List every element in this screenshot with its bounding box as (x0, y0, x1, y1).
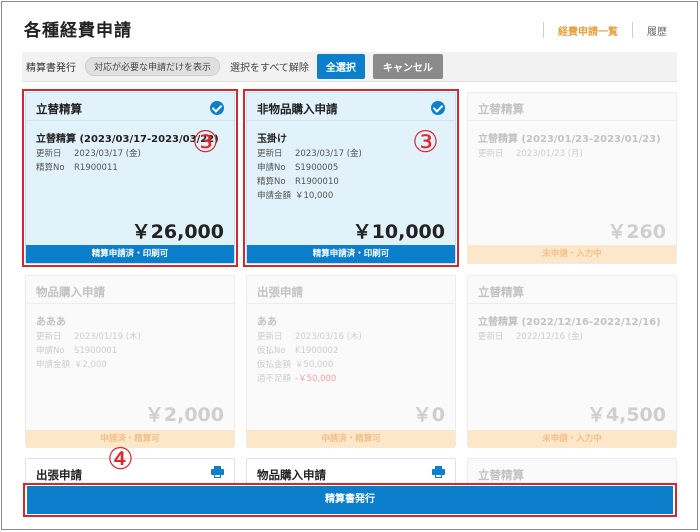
callout-number: ③ (192, 125, 219, 160)
card-title: 出張申請 (257, 285, 303, 299)
card-header: 非物品購入申請 (247, 93, 455, 121)
expense-card[interactable]: 物品購入申請 (246, 458, 456, 488)
card-title: 立替精算 (478, 285, 524, 299)
detail-value: K1900002 (295, 346, 339, 356)
callout-number: ④ (107, 442, 134, 477)
detail-key: 申請金額 (36, 360, 71, 370)
callout-number: ③ (412, 125, 439, 160)
printer-icon[interactable] (432, 466, 445, 478)
expense-card[interactable]: 立替精算 立替精算 (2023/03/17-2023/03/22) 更新日 202… (25, 92, 235, 264)
card-amount: ￥2,000 (144, 404, 224, 426)
detail-key: 申請No (257, 163, 286, 173)
card-title: 物品購入申請 (36, 285, 105, 299)
nav-divider (632, 22, 633, 38)
card-title: 非物品購入申請 (257, 102, 338, 116)
card-details: 更新日 2023/03/17 (金) 精算No R1900011 (36, 147, 141, 175)
app-window: 各種経費申請 経費申請一覧 履歴 精算書発行 対応が必要な申請だけを表示 選択を… (1, 1, 698, 530)
detail-value: ￥10,000 (295, 191, 334, 201)
cancel-button[interactable]: キャンセル (372, 54, 443, 79)
detail-key: 精算No (257, 177, 286, 187)
detail-value: S1900001 (74, 346, 118, 356)
nav-expense-list[interactable]: 経費申請一覧 (558, 23, 618, 38)
expense-card[interactable]: 非物品購入申請 玉掛け 更新日 2023/03/17 (金) 申請No S19000… (246, 92, 456, 264)
nav-history[interactable]: 履歴 (647, 23, 667, 38)
checkmark-icon[interactable] (210, 101, 224, 115)
selection-toolbar: 精算書発行 対応が必要な申請だけを表示 選択をすべて解除 全選択 キャンセル (22, 52, 677, 82)
detail-value: S1900005 (295, 163, 339, 173)
card-header: 物品購入申請 (26, 276, 234, 304)
clear-selection-link[interactable]: 選択をすべて解除 (230, 59, 309, 74)
card-details: 更新日 2023/01/19 (木) 申請No S1900001 申請金額 ￥2,00… (36, 330, 141, 372)
printer-icon[interactable] (211, 466, 224, 478)
detail-value: ￥2,000 (74, 360, 107, 370)
card-header: 立替精算 (26, 93, 234, 121)
expense-card[interactable]: 出張申請 ああ 更新日 2023/03/16 (木) 仮払No K1900002 仮… (246, 275, 456, 448)
card-title: 立替精算 (36, 102, 82, 116)
card-subtitle: 立替精算 (2022/12/16-2022/12/16) (478, 317, 661, 328)
status-badge: 精算申請済・印刷可 (26, 245, 234, 263)
header-nav: 経費申請一覧 履歴 (529, 22, 667, 38)
card-title: 物品購入申請 (257, 468, 326, 482)
detail-value: -￥50,000 (295, 374, 337, 384)
detail-key: 過不足額 (257, 374, 292, 384)
card-amount: ￥26,000 (131, 221, 224, 243)
detail-value: 2022/12/16 (金) (516, 332, 583, 342)
page-header: 各種経費申請 経費申請一覧 履歴 (2, 2, 697, 47)
detail-key: 申請金額 (257, 191, 292, 201)
card-subtitle: ああ (257, 317, 277, 328)
checkmark-icon[interactable] (431, 101, 445, 115)
card-amount: ￥4,500 (586, 404, 666, 426)
detail-value: R1900011 (74, 163, 118, 173)
expense-card[interactable]: 物品購入申請 あああ 更新日 2023/01/19 (木) 申請No S190000… (25, 275, 235, 448)
status-badge: 申請済・精算可 (247, 430, 455, 448)
expense-card[interactable]: 立替精算 立替精算 (2023/01/23-2023/01/23) 更新日 202… (467, 92, 677, 264)
status-badge: 未申請・入力中 (468, 430, 676, 448)
toolbar-label: 精算書発行 (26, 63, 76, 74)
detail-value: 2023/03/17 (金) (295, 149, 362, 159)
issue-statement-button[interactable]: 精算書発行 (27, 486, 673, 514)
card-title: 立替精算 (478, 468, 524, 482)
card-details: 更新日 2023/03/17 (金) 申請No S1900005 精算No R1900… (257, 147, 362, 203)
card-header: 立替精算 (468, 93, 676, 121)
expense-card[interactable]: 立替精算 (467, 458, 677, 488)
expense-card[interactable]: 立替精算 立替精算 (2022/12/16-2022/12/16) 更新日 202… (467, 275, 677, 448)
filter-toggle[interactable]: 対応が必要な申請だけを表示 (85, 57, 221, 76)
card-amount: ￥260 (607, 221, 666, 243)
detail-key: 申請No (36, 346, 65, 356)
detail-value: 2023/03/17 (金) (74, 149, 141, 159)
status-badge: 精算申請済・印刷可 (247, 245, 455, 263)
detail-value: 2023/01/23 (月) (516, 149, 583, 159)
card-subtitle: あああ (36, 317, 66, 328)
card-amount: ￥10,000 (352, 221, 445, 243)
detail-key: 更新日 (478, 332, 504, 342)
detail-key: 更新日 (36, 332, 62, 342)
card-details: 更新日 2023/01/23 (月) (478, 147, 583, 161)
card-details: 更新日 2023/03/16 (木) 仮払No K1900002 仮払金額 ￥50,0… (257, 330, 362, 386)
detail-key: 精算No (36, 163, 65, 173)
detail-value: 2023/01/19 (木) (74, 332, 141, 342)
card-details: 更新日 2022/12/16 (金) (478, 330, 583, 344)
card-title: 立替精算 (478, 102, 524, 116)
detail-value: 2023/03/16 (木) (295, 332, 362, 342)
card-header: 出張申請 (247, 276, 455, 304)
card-subtitle: 玉掛け (257, 134, 287, 145)
nav-divider (543, 22, 544, 38)
detail-value: ￥50,000 (295, 360, 334, 370)
select-all-button[interactable]: 全選択 (316, 54, 365, 79)
detail-key: 更新日 (257, 332, 283, 342)
card-subtitle: 立替精算 (2023/01/23-2023/01/23) (478, 134, 661, 145)
detail-key: 仮払No (257, 346, 286, 356)
card-header: 立替精算 (468, 276, 676, 304)
page-title: 各種経費申請 (24, 21, 132, 41)
detail-key: 更新日 (478, 149, 504, 159)
detail-key: 更新日 (36, 149, 62, 159)
detail-key: 更新日 (257, 149, 283, 159)
status-badge: 未申請・入力中 (468, 245, 676, 263)
card-amount: ￥0 (412, 404, 445, 426)
card-title: 出張申請 (36, 468, 82, 482)
detail-key: 仮払金額 (257, 360, 292, 370)
detail-value: R1900010 (295, 177, 339, 187)
